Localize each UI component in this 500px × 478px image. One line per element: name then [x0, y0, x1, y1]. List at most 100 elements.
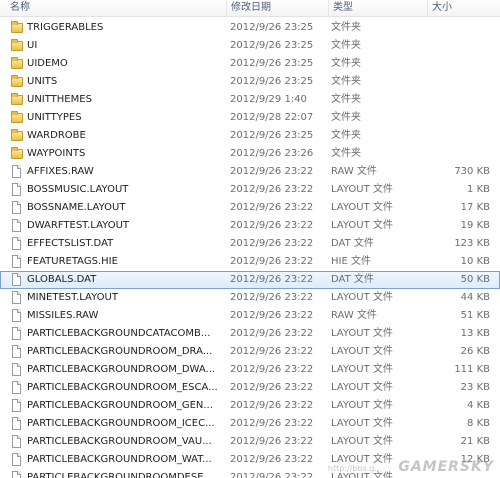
column-header-size[interactable]: 大小	[427, 0, 500, 16]
date-modified: 2012/9/26 23:22	[230, 328, 314, 339]
folder-icon	[11, 57, 23, 69]
file-name: MISSILES.RAW	[27, 310, 99, 321]
file-type: DAT 文件	[331, 238, 374, 249]
file-row[interactable]: AFFIXES.RAW 2012/9/26 23:22 RAW 文件 730 KB	[0, 163, 500, 181]
file-name: MINETEST.LAYOUT	[27, 292, 118, 303]
file-icon	[12, 255, 21, 268]
file-size: 10 KB	[460, 256, 490, 267]
folder-row[interactable]: UI 2012/9/26 23:25 文件夹	[0, 37, 500, 55]
file-type: 文件夹	[331, 130, 361, 141]
folder-row[interactable]: UNITS 2012/9/26 23:25 文件夹	[0, 73, 500, 91]
file-type: LAYOUT 文件	[331, 184, 393, 195]
file-icon	[12, 327, 21, 340]
folder-icon	[11, 39, 23, 51]
file-icon	[12, 273, 21, 286]
file-size: 21 KB	[460, 436, 490, 447]
file-row[interactable]: BOSSNAME.LAYOUT 2012/9/26 23:22 LAYOUT 文件 1…	[0, 199, 500, 217]
file-row[interactable]: MINETEST.LAYOUT 2012/9/26 23:22 LAYOUT 文件 4…	[0, 289, 500, 307]
file-name: TRIGGERABLES	[27, 22, 104, 33]
file-type: 文件夹	[331, 148, 361, 159]
file-name: AFFIXES.RAW	[27, 166, 94, 177]
folder-row[interactable]: UIDEMO 2012/9/26 23:25 文件夹	[0, 55, 500, 73]
file-icon	[12, 309, 21, 322]
date-modified: 2012/9/26 23:22	[230, 220, 314, 231]
file-row[interactable]: PARTICLEBACKGROUNDROOM_DWA... 2012/9/26 2…	[0, 361, 500, 379]
file-type: LAYOUT 文件	[331, 382, 393, 393]
file-type: 文件夹	[331, 40, 361, 51]
file-row[interactable]: GLOBALS.DAT 2012/9/26 23:22 DAT 文件 50 KB	[0, 271, 500, 289]
folder-row[interactable]: TRIGGERABLES 2012/9/26 23:25 文件夹	[0, 19, 500, 37]
file-row[interactable]: PARTICLEBACKGROUNDCATACOMB... 2012/9/26 2…	[0, 325, 500, 343]
file-name: BOSSMUSIC.LAYOUT	[27, 184, 129, 195]
column-header-date-modified[interactable]: 修改日期	[226, 0, 328, 16]
folder-row[interactable]: WARDROBE 2012/9/26 23:25 文件夹	[0, 127, 500, 145]
folder-row[interactable]: WAYPOINTS 2012/9/26 23:26 文件夹	[0, 145, 500, 163]
folder-icon	[11, 75, 23, 87]
file-row[interactable]: PARTICLEBACKGROUNDROOM_DRA... 2012/9/26 2…	[0, 343, 500, 361]
folder-icon	[11, 93, 23, 105]
file-size: 4 KB	[467, 400, 490, 411]
file-name: UNITS	[27, 76, 58, 87]
date-modified: 2012/9/26 23:22	[230, 166, 314, 177]
file-name: UIDEMO	[27, 58, 68, 69]
date-modified: 2012/9/26 23:22	[230, 382, 314, 393]
file-size: 17 KB	[460, 202, 490, 213]
file-name: PARTICLEBACKGROUNDROOM_ICEC...	[27, 418, 215, 429]
file-row[interactable]: PARTICLEBACKGROUNDROOM_GEN... 2012/9/26 2…	[0, 397, 500, 415]
date-modified: 2012/9/26 23:22	[230, 238, 314, 249]
date-modified: 2012/9/26 23:22	[230, 184, 314, 195]
date-modified: 2012/9/26 23:22	[230, 292, 314, 303]
file-row[interactable]: BOSSMUSIC.LAYOUT 2012/9/26 23:22 LAYOUT 文件…	[0, 181, 500, 199]
file-icon	[12, 219, 21, 232]
file-name: UNITTYPES	[27, 112, 82, 123]
file-name: UI	[27, 40, 38, 51]
file-row[interactable]: DWARFTEST.LAYOUT 2012/9/26 23:22 LAYOUT 文件…	[0, 217, 500, 235]
file-name: UNITTHEMES	[27, 94, 92, 105]
file-name: WAYPOINTS	[27, 148, 86, 159]
file-icon	[12, 417, 21, 430]
file-icon	[12, 453, 21, 466]
folder-row[interactable]: UNITTYPES 2012/9/28 22:07 文件夹	[0, 109, 500, 127]
file-name: PARTICLEBACKGROUNDROOM_DWA...	[27, 364, 216, 375]
file-size: 44 KB	[460, 292, 490, 303]
date-modified: 2012/9/26 23:25	[230, 76, 314, 87]
file-row[interactable]: FEATURETAGS.HIE 2012/9/26 23:22 HIE 文件 10 K…	[0, 253, 500, 271]
date-modified: 2012/9/26 23:25	[230, 22, 314, 33]
file-type: 文件夹	[331, 76, 361, 87]
file-name: PARTICLEBACKGROUNDROOM_ESCA...	[27, 382, 218, 393]
date-modified: 2012/9/26 23:22	[230, 274, 314, 285]
file-icon	[12, 381, 21, 394]
file-type: 文件夹	[331, 22, 361, 33]
column-header-type[interactable]: 类型	[328, 0, 427, 16]
file-type: LAYOUT 文件	[331, 328, 393, 339]
file-icon	[12, 471, 21, 478]
date-modified: 2012/9/26 23:22	[230, 472, 314, 478]
file-type: 文件夹	[331, 94, 361, 105]
file-row[interactable]: PARTICLEBACKGROUNDROOM_ESCA... 2012/9/26 …	[0, 379, 500, 397]
folder-icon	[11, 147, 23, 159]
file-type: LAYOUT 文件	[331, 418, 393, 429]
file-name: EFFECTSLIST.DAT	[27, 238, 114, 249]
date-modified: 2012/9/28 22:07	[230, 112, 314, 123]
date-modified: 2012/9/26 23:22	[230, 310, 314, 321]
date-modified: 2012/9/29 1:40	[230, 94, 307, 105]
file-row[interactable]: PARTICLEBACKGROUNDROOM_ICEC... 2012/9/26 …	[0, 415, 500, 433]
folder-icon	[11, 129, 23, 141]
file-name: PARTICLEBACKGROUNDCATACOMB...	[27, 328, 211, 339]
file-row[interactable]: PARTICLEBACKGROUNDROOM_VAU... 2012/9/26 2…	[0, 433, 500, 451]
date-modified: 2012/9/26 23:22	[230, 400, 314, 411]
file-icon	[12, 237, 21, 250]
file-size: 111 KB	[454, 364, 490, 375]
file-size: 1 KB	[467, 184, 490, 195]
file-icon	[12, 399, 21, 412]
file-row[interactable]: EFFECTSLIST.DAT 2012/9/26 23:22 DAT 文件 123 …	[0, 235, 500, 253]
column-header-name[interactable]: 名称	[6, 0, 226, 16]
file-icon	[12, 345, 21, 358]
folder-icon	[11, 21, 23, 33]
folder-row[interactable]: UNITTHEMES 2012/9/29 1:40 文件夹	[0, 91, 500, 109]
date-modified: 2012/9/26 23:25	[230, 58, 314, 69]
file-size: 50 KB	[460, 274, 490, 285]
file-icon	[12, 363, 21, 376]
file-row[interactable]: MISSILES.RAW 2012/9/26 23:22 RAW 文件 51 KB	[0, 307, 500, 325]
date-modified: 2012/9/26 23:25	[230, 130, 314, 141]
